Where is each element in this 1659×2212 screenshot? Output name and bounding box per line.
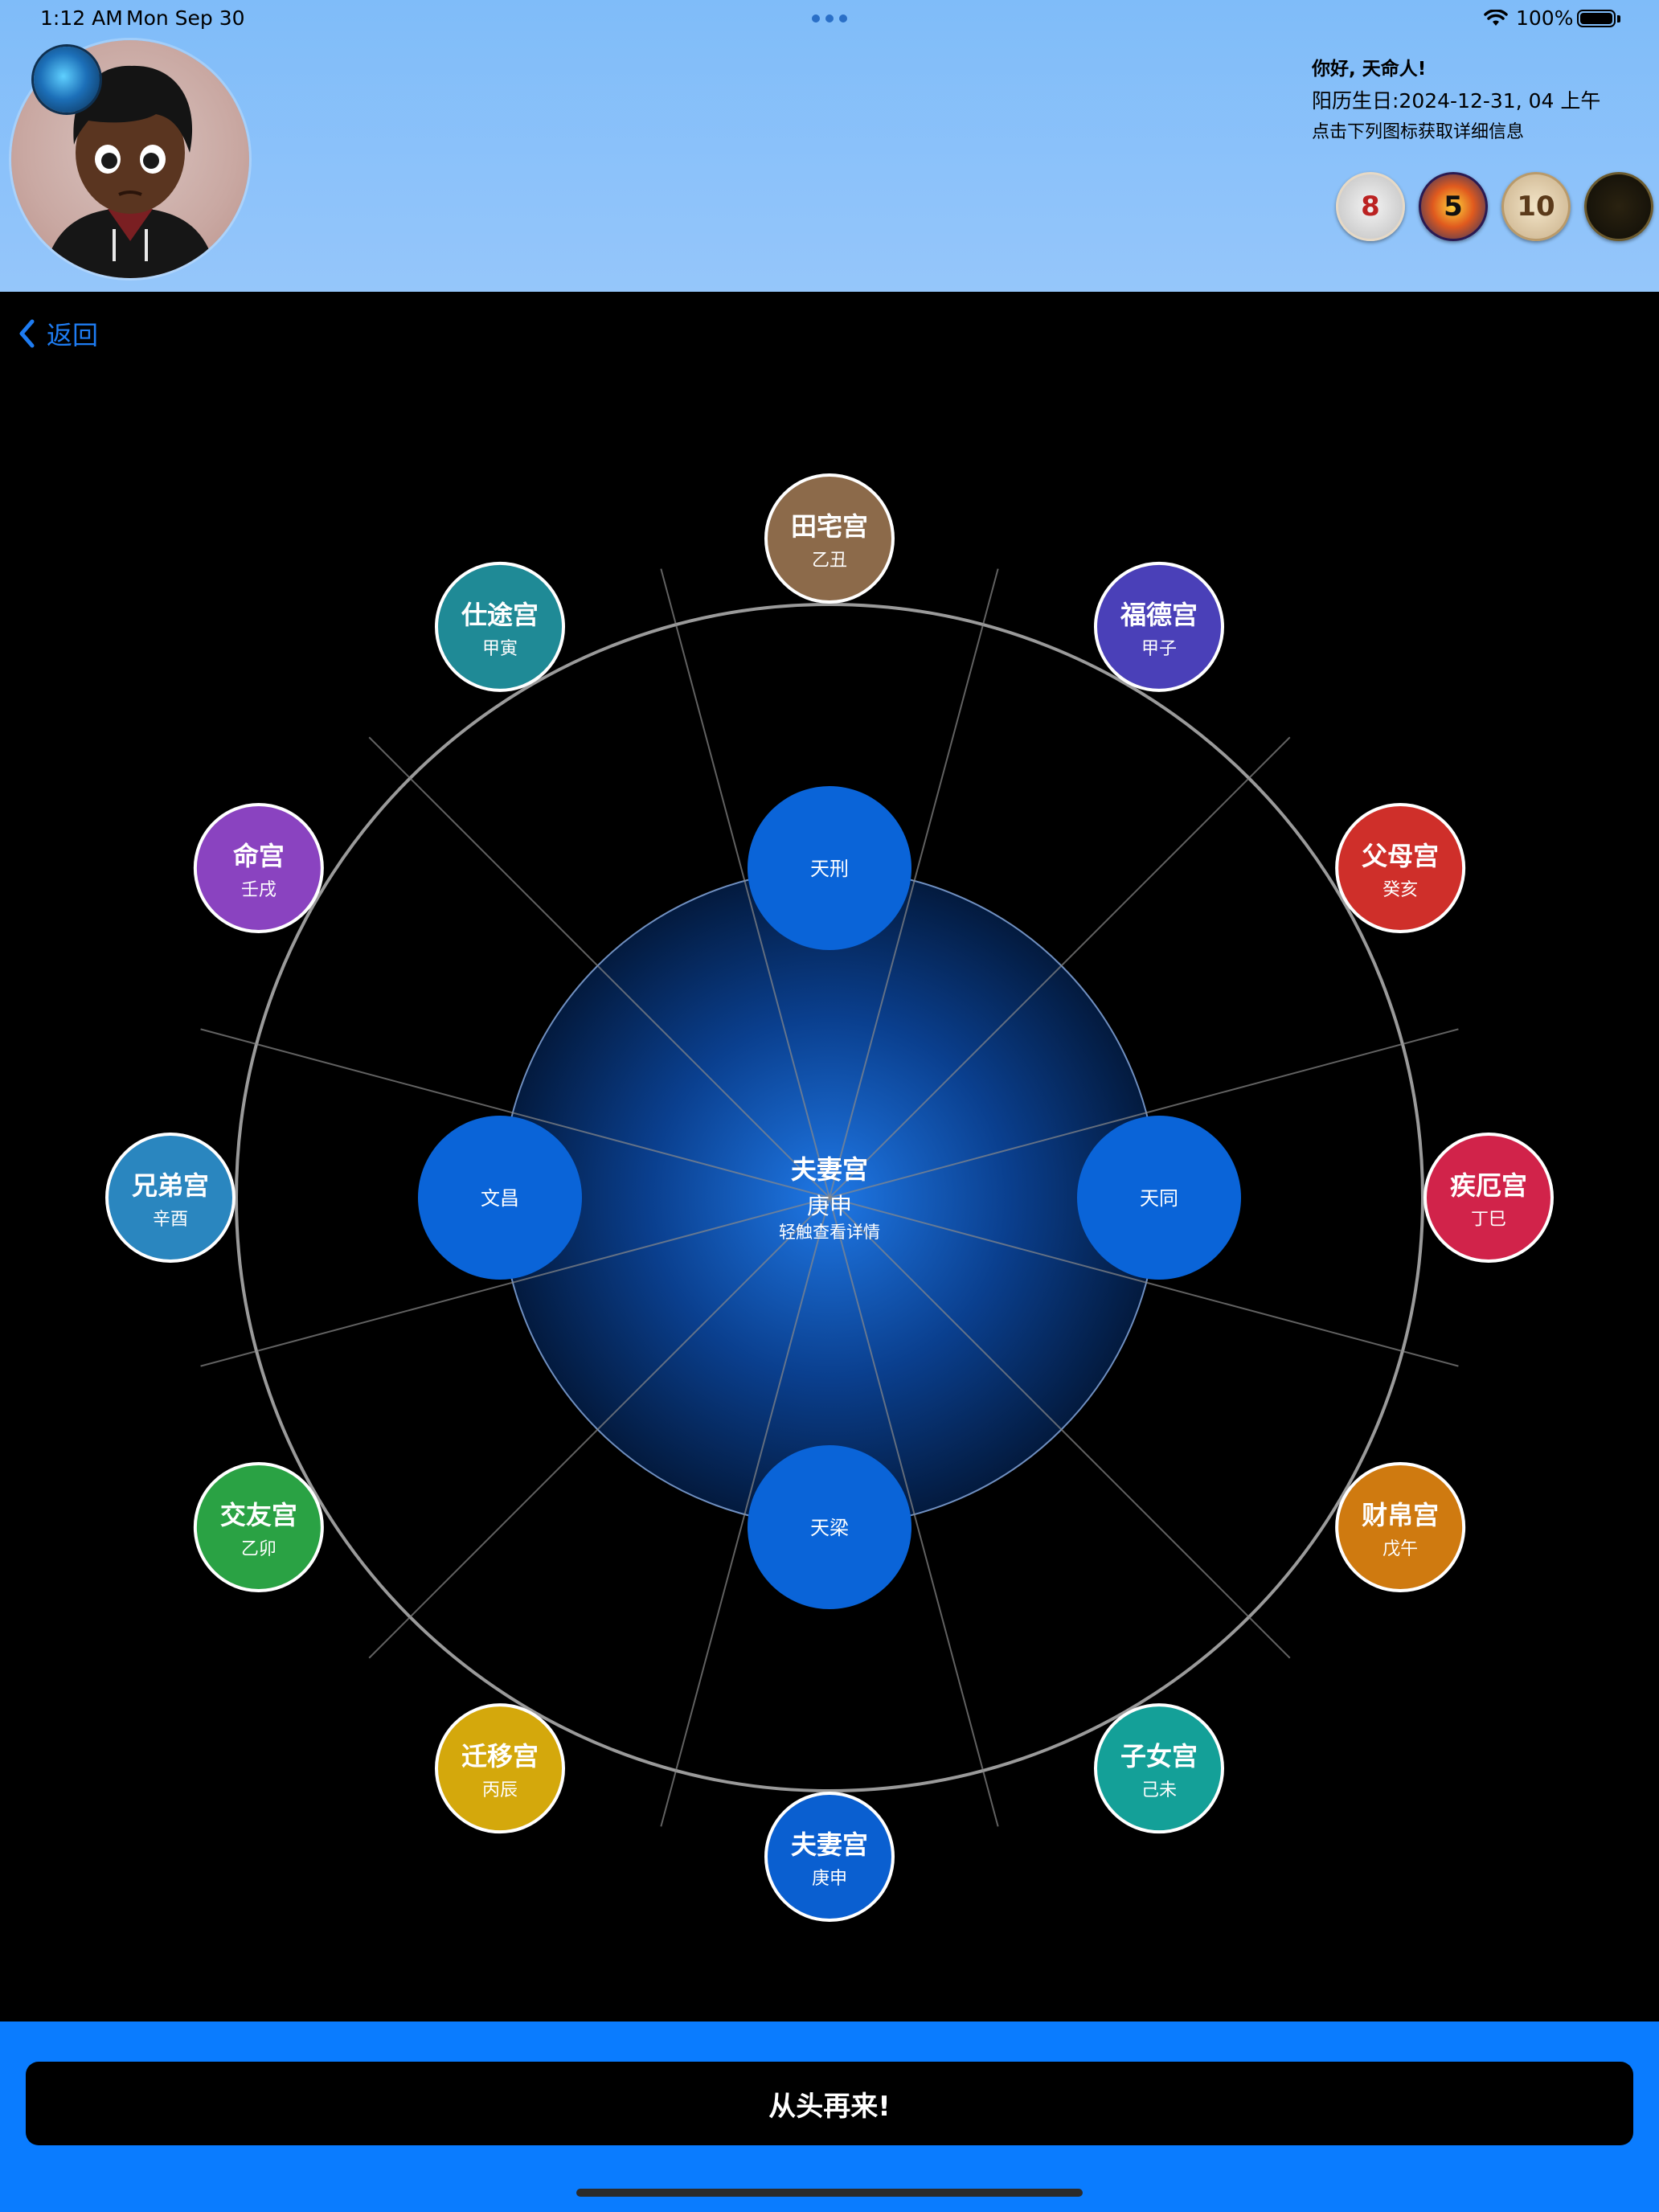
wifi-icon (1484, 10, 1508, 26)
header-hint: 点击下列图标获取详细信息 (1312, 122, 1525, 142)
app-logo-icon (34, 47, 100, 113)
palace-ganzhi: 己未 (1141, 1780, 1177, 1800)
birthday: 阳历生日:2024-12-31, 04 上午 (1312, 89, 1601, 113)
palace-chart: 天刑天同天梁 文昌 夫妻宫 庚申 轻触查看详情 田宅宫乙丑福德宫甲子父母宫癸亥疾厄… (105, 473, 1554, 1922)
palace-name: 疾厄宫 (1450, 1170, 1527, 1201)
battery-percent: 100% (1516, 6, 1574, 30)
palace-3[interactable]: 疾厄宫丁巳 (1423, 1133, 1554, 1263)
palace-ganzhi: 甲子 (1141, 639, 1177, 659)
center-ganzhi: 庚申 (807, 1193, 852, 1219)
status-bar: 1:12 AM Mon Sep 30 100% (0, 0, 1659, 39)
multitask-dots-icon[interactable] (812, 14, 847, 23)
palace-ganzhi: 辛酉 (153, 1210, 188, 1230)
palace-1[interactable]: 福德宫甲子 (1094, 561, 1224, 692)
star-label: 天梁 (810, 1517, 849, 1539)
star-bottom[interactable]: 天梁 (748, 1445, 911, 1609)
home-indicator[interactable] (576, 2189, 1083, 2197)
palace-0[interactable]: 田宅宫乙丑 (764, 473, 895, 604)
palace-ganzhi: 癸亥 (1382, 880, 1418, 900)
palace-ganzhi: 乙丑 (812, 551, 847, 571)
star-label: 天同 (1140, 1187, 1178, 1210)
palace-name: 子女宫 (1120, 1741, 1198, 1772)
palace-name: 夫妻宫 (791, 1829, 868, 1860)
palace-ganzhi: 丙辰 (482, 1780, 518, 1800)
star-label: 文昌 (481, 1187, 519, 1210)
number-10-badge-icon[interactable]: 10 (1501, 172, 1571, 241)
palace-7[interactable]: 迁移宫丙辰 (435, 1703, 565, 1834)
palace-ganzhi: 乙卯 (241, 1539, 276, 1559)
palace-name: 仕途宫 (461, 600, 539, 630)
palace-8[interactable]: 交友宫乙卯 (193, 1462, 324, 1592)
palace-ganzhi: 庚申 (812, 1869, 847, 1889)
restart-button[interactable]: 从头再来! (26, 2062, 1633, 2145)
palace-ganzhi: 壬戌 (241, 880, 276, 900)
palace-name: 迁移宫 (461, 1741, 539, 1772)
status-date: Mon Sep 30 (126, 6, 245, 30)
badge-row: 8 5 10 (1336, 172, 1653, 241)
number-8-badge-icon[interactable]: 8 (1336, 172, 1405, 241)
palace-6[interactable]: 夫妻宫庚申 (764, 1792, 895, 1922)
palace-name: 命宫 (233, 841, 285, 871)
star-right[interactable]: 天同 (1077, 1116, 1241, 1280)
ornament-badge-icon[interactable] (1584, 172, 1653, 241)
palace-10[interactable]: 命宫壬戌 (193, 803, 324, 933)
palace-ganzhi: 戊午 (1382, 1539, 1418, 1559)
palace-name: 福德宫 (1120, 600, 1198, 630)
palace-name: 交友宫 (220, 1500, 297, 1530)
number-5-badge-icon[interactable]: 5 (1419, 172, 1488, 241)
greeting: 你好, 天命人! (1312, 59, 1427, 80)
star-top[interactable]: 天刑 (748, 786, 911, 950)
star-left[interactable]: 文昌 (418, 1116, 582, 1280)
header: 1:12 AM Mon Sep 30 100% 你好, 天命人! 阳历生日:20… (0, 0, 1659, 292)
palace-ganzhi: 甲寅 (482, 639, 518, 659)
battery-tip (1617, 15, 1620, 23)
center-hint: 轻触查看详情 (779, 1223, 880, 1242)
palace-ganzhi: 丁巳 (1471, 1210, 1506, 1230)
palace-name: 父母宫 (1362, 841, 1439, 871)
palace-9[interactable]: 兄弟宫辛酉 (105, 1133, 236, 1263)
palace-5[interactable]: 子女宫己未 (1094, 1703, 1224, 1834)
palace-name: 财帛宫 (1362, 1500, 1439, 1530)
palace-name: 田宅宫 (791, 511, 868, 542)
palace-4[interactable]: 财帛宫戊午 (1335, 1462, 1466, 1592)
palace-name: 兄弟宫 (132, 1170, 209, 1201)
star-label: 天刑 (810, 858, 849, 880)
center-title: 夫妻宫 (791, 1154, 868, 1185)
palace-11[interactable]: 仕途宫甲寅 (435, 561, 565, 692)
status-time: 1:12 AM (40, 6, 123, 30)
battery-icon (1577, 10, 1616, 27)
palace-2[interactable]: 父母宫癸亥 (1335, 803, 1466, 933)
